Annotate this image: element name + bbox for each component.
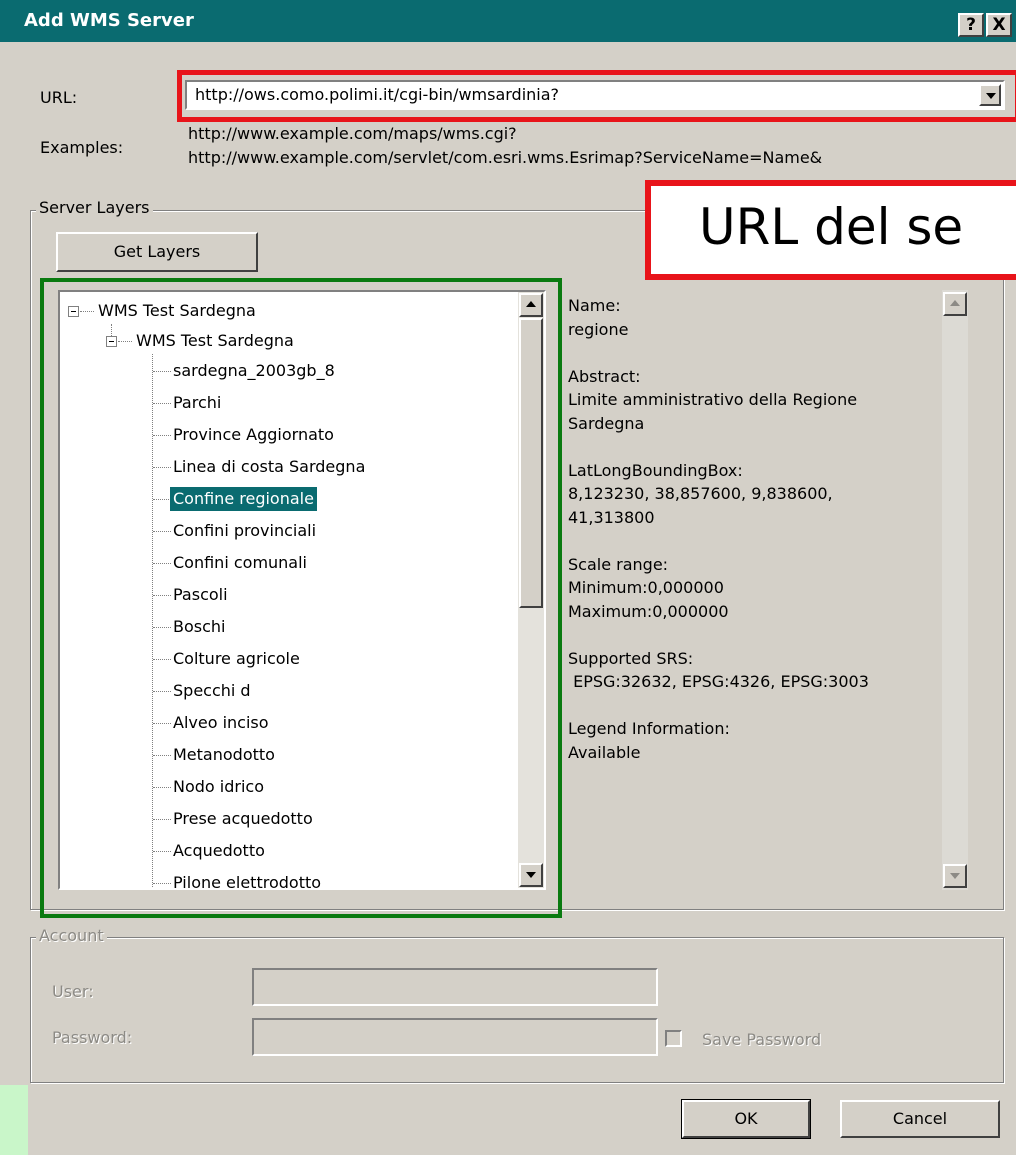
example-url-1: http://www.example.com/maps/wms.cgi? [188, 124, 517, 143]
url-highlight-box [177, 70, 1016, 122]
layer-info-line: Minimum:0,000000 [568, 578, 724, 597]
title-bar[interactable]: Add WMS Server ? X [0, 0, 1016, 42]
layer-info-line: Maximum:0,000000 [568, 601, 729, 621]
chevron-down-icon [950, 873, 960, 879]
layer-info-line: Legend Information: [568, 719, 730, 738]
layer-info-line: Scale range: [568, 554, 669, 574]
save-password-checkbox[interactable] [665, 1030, 682, 1047]
background-strip [0, 1085, 28, 1155]
scroll-up-button[interactable] [943, 292, 967, 316]
password-field[interactable] [252, 1018, 658, 1056]
user-field[interactable] [252, 968, 658, 1006]
password-label: Password: [52, 1028, 133, 1047]
add-wms-server-dialog: Add WMS Server ? X URL: http://ows.como.… [0, 0, 1016, 1155]
layer-info-line: Sardegna [568, 413, 645, 433]
close-button[interactable]: X [986, 13, 1012, 37]
example-url-2: http://www.example.com/servlet/com.esri.… [188, 148, 823, 167]
layer-info-line: Abstract: [568, 366, 641, 386]
annotation-text: URL del se [699, 198, 964, 256]
annotation-box: URL del se [645, 180, 1016, 280]
ok-button[interactable]: OK [681, 1099, 811, 1139]
layer-info-scrollbar[interactable] [942, 290, 968, 890]
layer-info-line: Supported SRS: [568, 648, 694, 668]
scroll-down-button[interactable] [943, 864, 967, 888]
layer-info-line: 8,123230, 38,857600, 9,838600, [568, 484, 833, 503]
window-title: Add WMS Server [24, 10, 194, 31]
layer-info-line: Name: [568, 296, 621, 315]
layer-tree-highlight-box [40, 278, 562, 918]
layer-info-line: Limite amministrativo della Regione [568, 390, 858, 409]
layer-info-line: 41,313800 [568, 507, 655, 527]
layer-info-panel: Name: regione Abstract: Limite amministrati… [562, 290, 982, 890]
account-legend: Account [36, 926, 107, 945]
account-group [30, 937, 1004, 1083]
help-button[interactable]: ? [958, 13, 984, 37]
chevron-up-icon [950, 300, 960, 306]
user-label: User: [52, 982, 94, 1001]
url-label: URL: [40, 88, 78, 107]
save-password-label: Save Password [702, 1030, 822, 1049]
get-layers-button[interactable]: Get Layers [56, 232, 258, 272]
layer-info-line: regione [568, 319, 629, 339]
layer-info-line: LatLongBoundingBox: [568, 460, 743, 480]
examples-label: Examples: [40, 138, 124, 157]
layer-info-line: Available [568, 742, 641, 762]
server-layers-legend: Server Layers [36, 198, 153, 217]
cancel-button[interactable]: Cancel [840, 1100, 1000, 1138]
layer-info-line: EPSG:32632, EPSG:4326, EPSG:3003 [568, 672, 869, 691]
